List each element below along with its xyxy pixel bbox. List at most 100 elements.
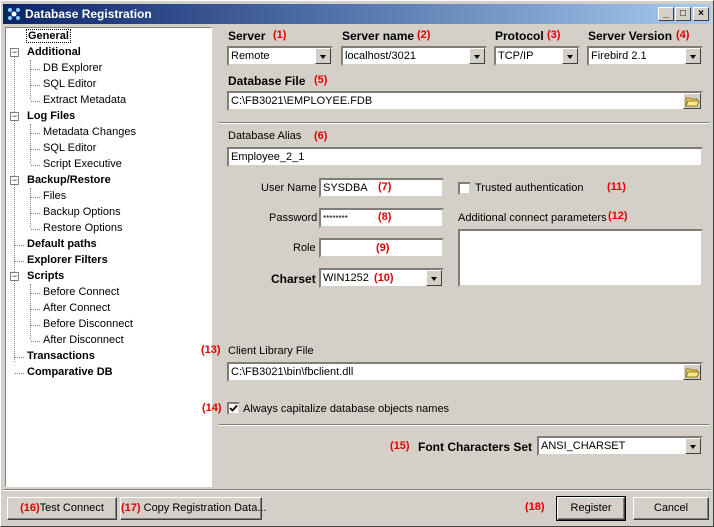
dropdown-arrow-icon[interactable] — [315, 48, 331, 64]
font-charset-label: Font Characters Set — [418, 440, 533, 454]
additional-params-textarea[interactable] — [458, 229, 703, 287]
collapse-icon[interactable]: − — [10, 112, 19, 121]
tree-subnode[interactable]: DB Explorer — [42, 62, 103, 74]
tree-line — [30, 188, 31, 228]
tree-subnode[interactable]: Before Connect — [42, 286, 120, 298]
tree-node[interactable]: Comparative DB — [26, 366, 114, 378]
tree-line — [31, 101, 40, 102]
tree-node[interactable]: Additional — [26, 46, 82, 58]
test-connect-button[interactable]: (16)Test Connect — [7, 497, 117, 520]
test-connect-label: Test Connect — [39, 502, 104, 514]
client-library-input[interactable]: C:\FB3021\bin\fbclient.dll — [227, 362, 703, 382]
protocol-select[interactable]: TCP/IP — [494, 46, 580, 66]
user-name-value: SYSDBA — [323, 182, 368, 194]
register-button[interactable]: Register — [556, 496, 626, 521]
capitalize-label[interactable]: Always capitalize database objects names — [243, 403, 449, 415]
marker-11: (11) — [607, 181, 626, 193]
tree-line — [31, 133, 40, 134]
server-select[interactable]: Remote — [227, 46, 333, 66]
tree-subnode[interactable]: Before Disconnect — [42, 318, 134, 330]
server-version-select[interactable]: Firebird 2.1 — [587, 46, 703, 66]
password-value: ******** — [323, 214, 348, 223]
marker-14: (14) — [202, 402, 222, 414]
marker-17: (17) — [121, 502, 141, 514]
tree-subnode[interactable]: Files — [42, 190, 67, 202]
settings-tree[interactable]: General Additional − DB Explorer SQL Editor E… — [5, 27, 212, 487]
collapse-icon[interactable]: − — [10, 272, 19, 281]
database-alias-input[interactable]: Employee_2_1 — [227, 147, 703, 167]
tree-subnode[interactable]: Backup Options — [42, 206, 122, 218]
open-folder-button[interactable] — [683, 93, 701, 109]
client-library-value: C:\FB3021\bin\fbclient.dll — [231, 366, 354, 378]
tree-node[interactable]: General — [26, 29, 71, 43]
tree-line — [31, 229, 40, 230]
database-file-input[interactable]: C:\FB3021\EMPLOYEE.FDB — [227, 91, 703, 111]
separator — [219, 424, 709, 426]
tree-node[interactable]: Default paths — [26, 238, 98, 250]
dropdown-arrow-icon[interactable] — [685, 48, 701, 64]
marker-16: (16) — [20, 502, 40, 514]
marker-4: (4) — [676, 29, 690, 41]
server-version-value: Firebird 2.1 — [591, 50, 647, 62]
capitalize-checkbox[interactable] — [227, 402, 240, 415]
dropdown-arrow-icon[interactable] — [426, 270, 442, 286]
maximize-button[interactable]: □ — [675, 7, 691, 21]
tree-line — [30, 60, 31, 100]
tree-line — [31, 69, 40, 70]
font-charset-select[interactable]: ANSI_CHARSET — [537, 436, 703, 456]
server-name-label: Server name — [342, 29, 415, 43]
server-value: Remote — [231, 50, 270, 62]
copy-registration-label: Copy Registration Data... — [143, 502, 267, 514]
trusted-auth-checkbox[interactable] — [458, 182, 471, 195]
tree-node[interactable]: Explorer Filters — [26, 254, 109, 266]
tree-line — [15, 261, 24, 262]
app-icon — [8, 8, 20, 20]
minimize-button[interactable]: _ — [658, 7, 674, 21]
title-bar[interactable]: Database Registration _ □ × — [3, 4, 711, 24]
tree-line — [31, 85, 40, 86]
tree-node[interactable]: Log Files — [26, 110, 76, 122]
checkmark-icon — [229, 404, 238, 412]
tree-node[interactable]: Backup/Restore — [26, 174, 112, 186]
marker-6: (6) — [314, 130, 328, 142]
splitter[interactable] — [212, 27, 217, 487]
tree-line — [15, 245, 24, 246]
server-name-value: localhost/3021 — [345, 50, 416, 62]
tree-subnode[interactable]: Script Executive — [42, 158, 123, 170]
tree-line — [31, 293, 40, 294]
tree-line — [31, 325, 40, 326]
dropdown-arrow-icon[interactable] — [685, 438, 701, 454]
server-version-label: Server Version — [588, 29, 673, 43]
database-file-label: Database File — [228, 74, 306, 88]
tree-node[interactable]: Scripts — [26, 270, 65, 282]
marker-3: (3) — [547, 29, 561, 41]
tree-subnode[interactable]: Metadata Changes — [42, 126, 137, 138]
cancel-button[interactable]: Cancel — [633, 497, 709, 520]
separator — [219, 122, 709, 124]
charset-value: WIN1252 — [323, 272, 369, 284]
cancel-label: Cancel — [653, 502, 689, 514]
dropdown-arrow-icon[interactable] — [562, 48, 578, 64]
tree-subnode[interactable]: After Disconnect — [42, 334, 125, 346]
tree-line — [31, 341, 40, 342]
tree-subnode[interactable]: Extract Metadata — [42, 94, 127, 106]
folder-open-icon — [685, 97, 700, 107]
dropdown-arrow-icon[interactable] — [469, 48, 485, 64]
trusted-auth-label[interactable]: Trusted authentication — [475, 182, 583, 194]
tree-node[interactable]: Transactions — [26, 350, 96, 362]
open-folder-button[interactable] — [683, 364, 701, 380]
copy-registration-button[interactable]: (17) Copy Registration Data... — [120, 497, 267, 520]
tree-subnode[interactable]: SQL Editor — [42, 78, 97, 90]
marker-18: (18) — [525, 501, 545, 513]
database-file-value: C:\FB3021\EMPLOYEE.FDB — [231, 95, 373, 107]
marker-9: (9) — [376, 242, 390, 254]
tree-line — [31, 197, 40, 198]
separator — [3, 489, 711, 491]
collapse-icon[interactable]: − — [10, 176, 19, 185]
tree-subnode[interactable]: SQL Editor — [42, 142, 97, 154]
tree-subnode[interactable]: Restore Options — [42, 222, 123, 234]
server-name-select[interactable]: localhost/3021 — [341, 46, 487, 66]
collapse-icon[interactable]: − — [10, 48, 19, 57]
tree-subnode[interactable]: After Connect — [42, 302, 111, 314]
close-button[interactable]: × — [693, 7, 709, 21]
